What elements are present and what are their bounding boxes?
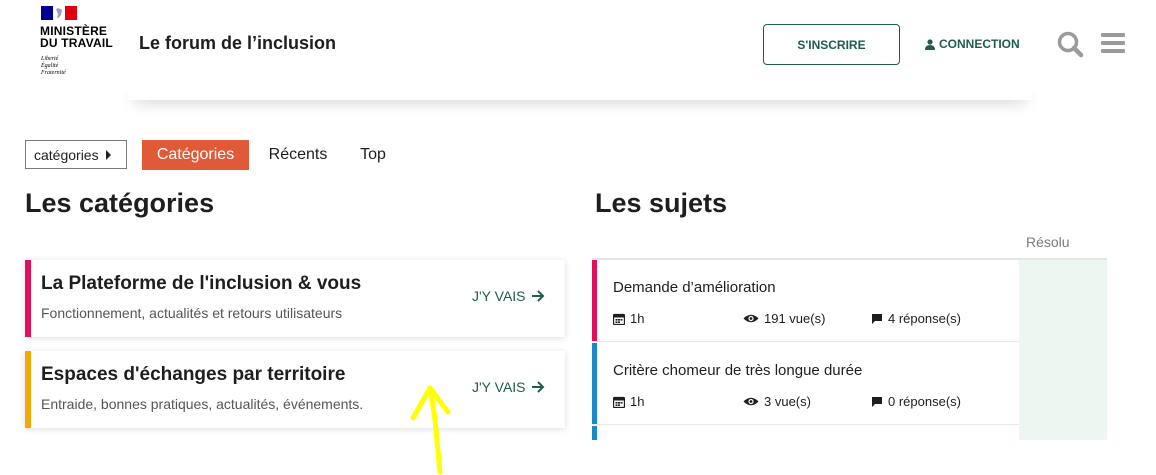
arrow-right-icon <box>531 290 544 302</box>
topic-replies: 4 réponse(s) <box>871 311 961 326</box>
topic-row-partial <box>592 426 1019 440</box>
category-select[interactable]: catégories <box>25 140 127 169</box>
category-select-label: catégories <box>34 146 99 163</box>
topic-title[interactable]: Demande d’amélioration <box>613 279 776 296</box>
eye-icon <box>743 314 759 323</box>
ministry-name: MINISTÈRE DU TRAVAIL <box>40 24 113 50</box>
topic-row[interactable]: Critère chomeur de très longue durée 1h … <box>592 343 1019 425</box>
topic-age: 1h <box>613 394 644 409</box>
topic-title[interactable]: Critère chomeur de très longue durée <box>613 362 862 379</box>
comment-icon <box>872 396 882 407</box>
go-label: J'Y VAIS <box>472 288 526 304</box>
calendar-icon <box>613 396 625 408</box>
comment-icon <box>872 313 882 324</box>
category-color-bar <box>25 351 31 428</box>
topic-replies-value: 4 réponse(s) <box>888 311 961 326</box>
category-color-bar <box>25 260 31 337</box>
signup-button[interactable]: S'INSCRIRE <box>763 24 900 65</box>
topic-replies-value: 0 réponse(s) <box>888 394 961 409</box>
tab-recents[interactable]: Récents <box>257 140 339 170</box>
republic-motto: Liberté Égalité Fraternité <box>41 56 66 76</box>
topic-age-value: 1h <box>630 394 645 409</box>
user-icon <box>925 38 935 50</box>
topic-replies: 0 réponse(s) <box>871 394 961 409</box>
category-description: Entraide, bonnes pratiques, actualités, … <box>41 396 364 412</box>
arrow-right-icon <box>531 381 544 393</box>
search-icon[interactable] <box>1056 30 1084 58</box>
tab-top[interactable]: Top <box>350 140 396 170</box>
category-description: Fonctionnement, actualités et retours ut… <box>41 305 343 321</box>
category-go-link[interactable]: J'Y VAIS <box>472 379 545 395</box>
topic-views: 3 vue(s) <box>743 394 811 409</box>
topic-age: 1h <box>613 311 644 326</box>
topic-category-bar <box>592 343 597 424</box>
category-title[interactable]: La Plateforme de l'inclusion & vous <box>41 273 361 295</box>
header-bar: MINISTÈRE DU TRAVAIL Liberté Égalité Fra… <box>0 0 1156 92</box>
topic-age-value: 1h <box>630 311 645 326</box>
category-title[interactable]: Espaces d'échanges par territoire <box>41 364 345 386</box>
login-button[interactable]: CONNECTION <box>925 36 1020 52</box>
site-title[interactable]: Le forum de l’inclusion <box>139 33 336 54</box>
category-go-link[interactable]: J'Y VAIS <box>472 288 545 304</box>
login-label: CONNECTION <box>939 37 1020 51</box>
eye-icon <box>743 397 759 406</box>
topic-row[interactable]: Demande d’amélioration 1h 191 vue(s) 4 r… <box>592 260 1019 342</box>
tab-categories[interactable]: Catégories <box>142 140 249 170</box>
topic-views-value: 191 vue(s) <box>764 311 826 326</box>
calendar-icon <box>613 313 625 325</box>
site-header: MINISTÈRE DU TRAVAIL Liberté Égalité Fra… <box>0 0 1156 100</box>
resolved-column-header: Résolu <box>1026 234 1070 250</box>
resolved-column <box>1019 260 1107 440</box>
hamburger-menu-icon[interactable] <box>1101 32 1125 54</box>
topics-heading: Les sujets <box>595 188 728 218</box>
categories-heading: Les catégories <box>25 188 215 218</box>
category-card[interactable]: La Plateforme de l'inclusion & vous Fonc… <box>25 260 565 337</box>
topic-category-bar <box>592 426 597 440</box>
annotation-arrow-icon <box>410 385 451 475</box>
category-card[interactable]: Espaces d'échanges par territoire Entrai… <box>25 351 565 428</box>
topic-category-bar <box>592 260 597 341</box>
page: MINISTÈRE DU TRAVAIL Liberté Égalité Fra… <box>0 0 1156 475</box>
go-label: J'Y VAIS <box>472 379 526 395</box>
caret-right-icon <box>105 149 111 160</box>
topic-views-value: 3 vue(s) <box>764 394 811 409</box>
topic-views: 191 vue(s) <box>743 311 825 326</box>
marianne-logo <box>41 6 77 20</box>
